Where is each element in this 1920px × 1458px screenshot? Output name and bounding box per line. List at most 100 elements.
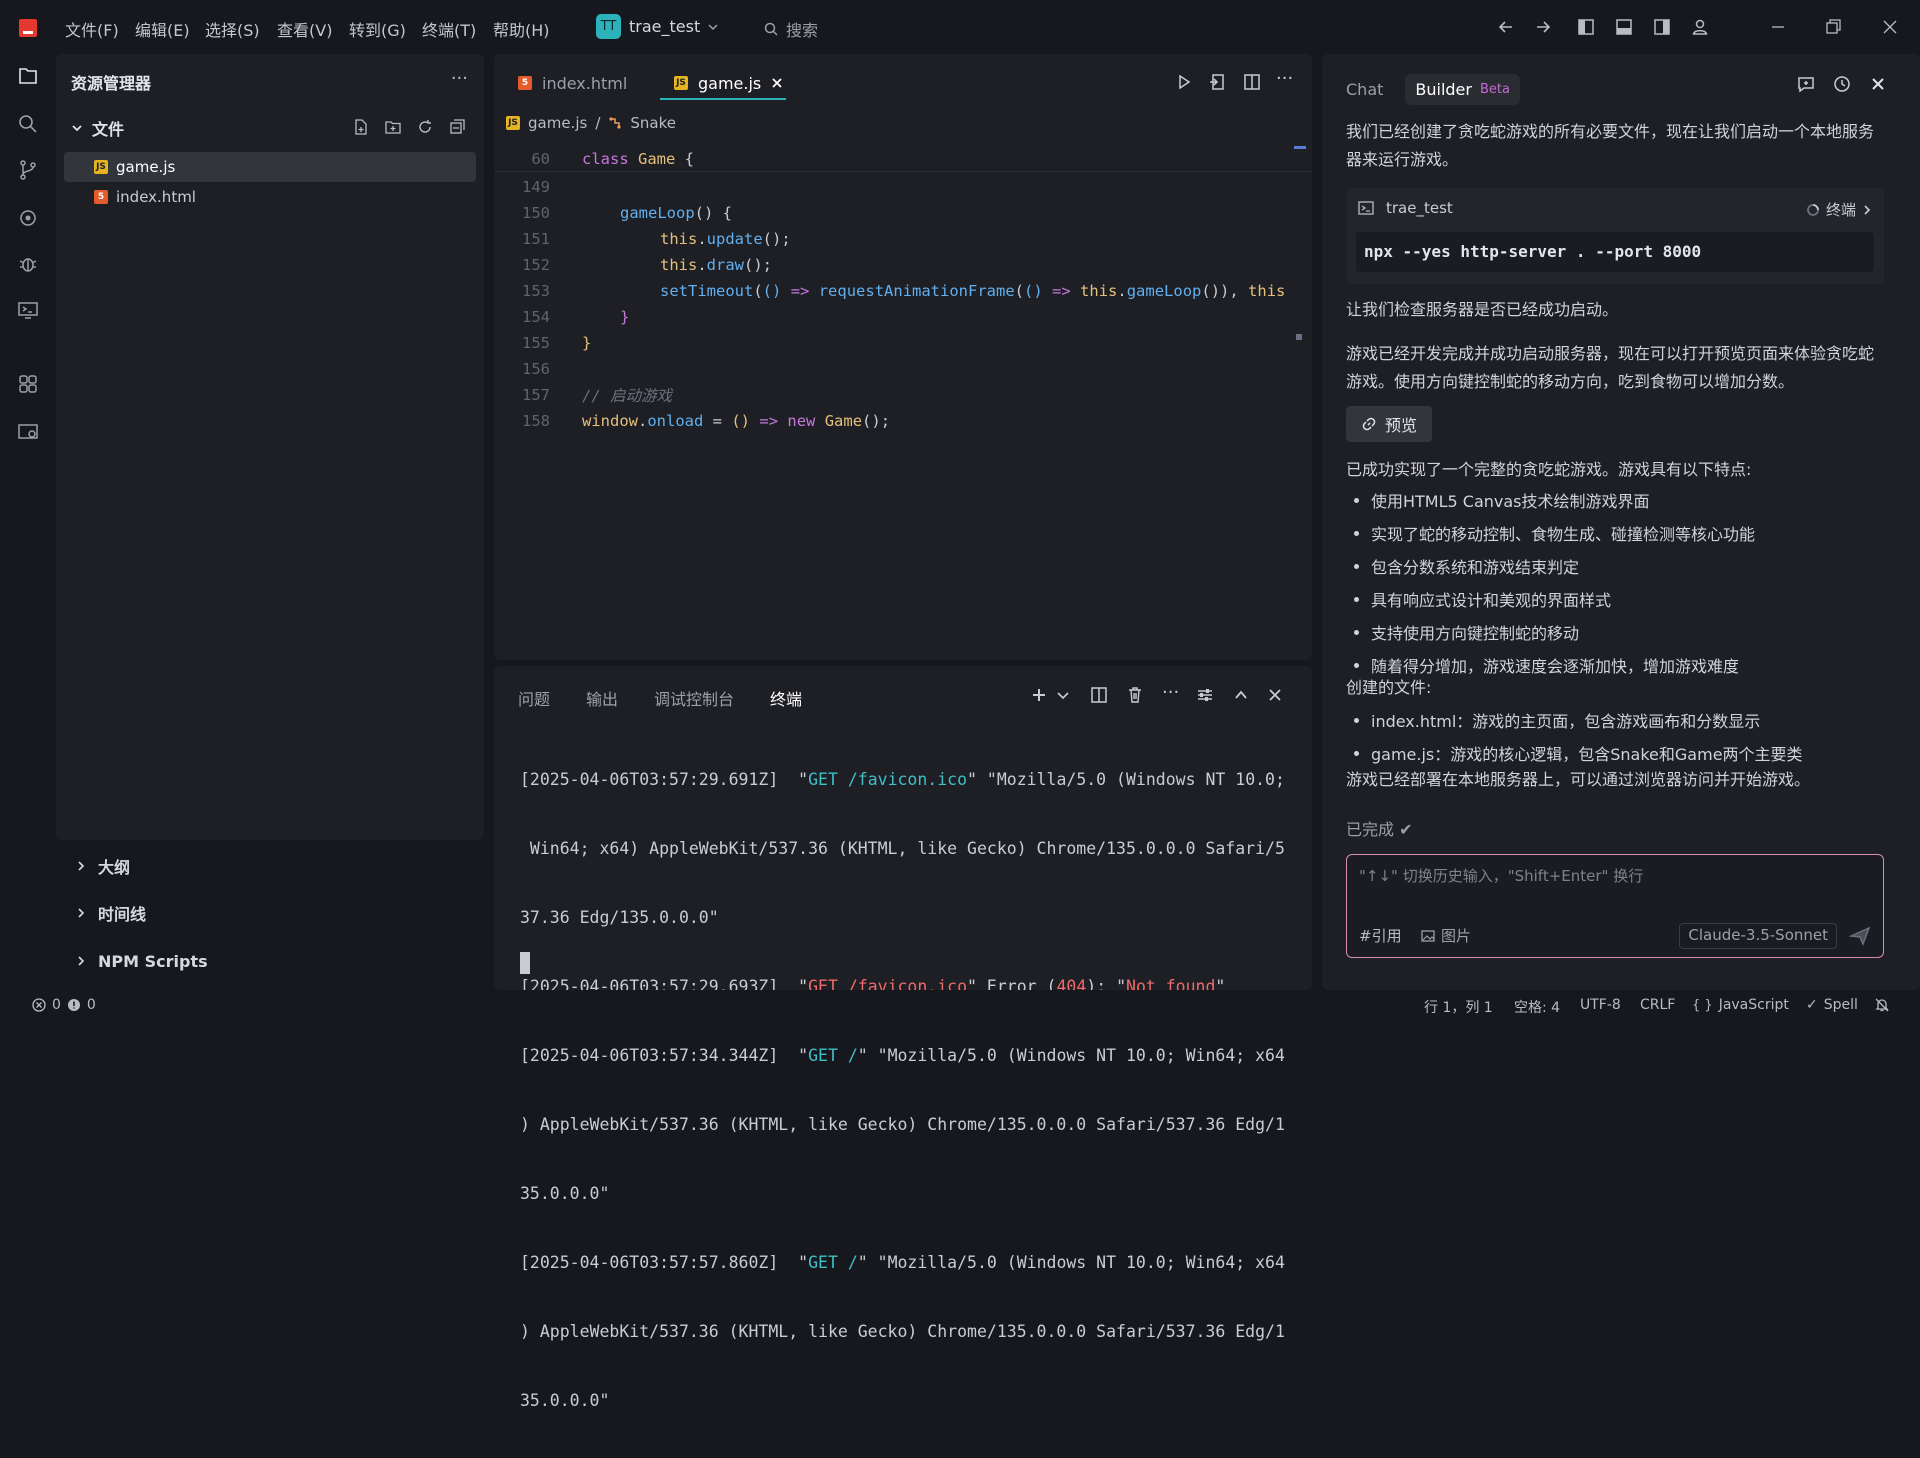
editor-more-button[interactable]: ··· [1276, 68, 1293, 89]
terminal-output[interactable]: [2025-04-06T03:57:29.691Z] "GET /favicon… [520, 722, 1300, 1458]
cursor-position[interactable]: 行 1，列 1 [1424, 997, 1493, 1017]
encoding[interactable]: UTF-8 [1580, 997, 1621, 1013]
open-preview-icon[interactable] [1208, 72, 1228, 92]
panel-tab-output[interactable]: 输出 [586, 686, 618, 710]
source-control-icon[interactable] [16, 158, 40, 182]
close-tab-icon[interactable] [771, 77, 783, 89]
line-number: 60 [531, 149, 550, 168]
collapse-all-icon[interactable] [448, 118, 466, 136]
preview-button[interactable]: 预览 [1346, 406, 1432, 442]
forward-arrow-icon[interactable] [1533, 17, 1553, 37]
section-outline[interactable]: 大纲 [56, 844, 484, 888]
toggle-secondary-sidebar-icon[interactable] [1652, 17, 1672, 37]
image-button[interactable]: 图片 [1421, 925, 1471, 946]
new-file-icon[interactable] [352, 118, 370, 136]
file-item-index-html[interactable]: 5 index.html [64, 182, 476, 212]
menu-help[interactable]: 帮助(H) [493, 17, 550, 41]
debug-bug-icon[interactable] [16, 252, 40, 276]
new-folder-icon[interactable] [384, 118, 402, 136]
panel-tab-problems[interactable]: 问题 [518, 686, 550, 710]
menu-terminal[interactable]: 终端(T) [422, 17, 476, 41]
spell-check[interactable]: ✓ Spell [1806, 997, 1858, 1013]
code-line-content: gameLoop() { [620, 204, 732, 222]
terminal-settings-icon[interactable] [1196, 686, 1214, 704]
menu-select[interactable]: 选择(S) [205, 17, 260, 41]
code-line[interactable]: 153 setTimeout(() => requestAnimationFra… [494, 278, 1312, 304]
message-check: 让我们检查服务器是否已经成功启动。 [1346, 300, 1619, 319]
message-summary: 已成功实现了一个完整的贪吃蛇游戏。游戏具有以下特点: [1346, 460, 1752, 479]
file-item-game-js[interactable]: JS game.js [64, 152, 476, 182]
tab-builder[interactable]: Builder Beta [1405, 74, 1520, 105]
scrollbar-marker [1294, 146, 1306, 149]
close-panel-icon[interactable] [1266, 686, 1284, 704]
panel-more-button[interactable]: ··· [1162, 682, 1179, 703]
problems-indicator[interactable]: 0 0 [32, 997, 96, 1013]
remote-explorer-icon[interactable] [16, 420, 40, 444]
panel-tab-terminal[interactable]: 终端 [770, 686, 802, 710]
menu-file[interactable]: 文件(F) [65, 17, 119, 41]
code-line[interactable]: 157 // 启动游戏 [494, 382, 1312, 408]
line-ending[interactable]: CRLF [1640, 997, 1675, 1013]
folder-header[interactable]: 文件 [72, 116, 124, 140]
history-icon[interactable] [1832, 74, 1852, 94]
menu-goto[interactable]: 转到(G) [349, 17, 406, 41]
search-button[interactable]: 搜索 [764, 17, 818, 41]
code-line[interactable]: 156 [494, 356, 1312, 382]
panel-tab-debug-console[interactable]: 调试控制台 [654, 686, 734, 710]
open-terminal-button[interactable]: 终端 [1806, 199, 1872, 220]
back-arrow-icon[interactable] [1496, 17, 1516, 37]
remote-terminal-icon[interactable] [16, 298, 40, 322]
menu-view[interactable]: 查看(V) [277, 17, 332, 41]
model-selector[interactable]: Claude-3.5-Sonnet [1679, 923, 1837, 949]
extensions-icon[interactable] [16, 372, 40, 396]
section-timeline[interactable]: 时间线 [56, 891, 484, 935]
section-npm-scripts[interactable]: NPM Scripts [56, 939, 484, 983]
notifications-off-icon[interactable] [1874, 997, 1890, 1013]
minimize-icon[interactable] [1768, 17, 1788, 37]
code-line[interactable]: 158 window.onload = () => new Game(); [494, 408, 1312, 434]
code-line[interactable]: 149 [494, 174, 1312, 200]
sticky-scroll-line[interactable]: 60 class Game { [494, 146, 1312, 172]
maximize-panel-icon[interactable] [1232, 686, 1250, 704]
refresh-icon[interactable] [416, 118, 434, 136]
send-icon[interactable] [1849, 925, 1871, 947]
reference-button[interactable]: #引用 [1359, 925, 1402, 946]
code-line[interactable]: 151 this.update(); [494, 226, 1312, 252]
language-mode[interactable]: { } JavaScript [1692, 997, 1789, 1013]
code-line[interactable]: 150 gameLoop() { [494, 200, 1312, 226]
breadcrumb-symbol[interactable]: Snake [630, 114, 676, 132]
new-chat-icon[interactable] [1796, 74, 1816, 94]
code-line[interactable]: 152 this.draw(); [494, 252, 1312, 278]
split-terminal-icon[interactable] [1090, 686, 1108, 704]
code-line[interactable]: 155 } [494, 330, 1312, 356]
tab-game-js[interactable]: JS game.js [660, 68, 797, 98]
indentation[interactable]: 空格: 4 [1514, 997, 1560, 1017]
chevron-right-icon [78, 861, 85, 871]
feature-list-item: 包含分数系统和游戏结束判定 [1346, 554, 1886, 578]
search-activity-icon[interactable] [16, 112, 40, 136]
account-icon[interactable] [1690, 17, 1710, 37]
breadcrumb-file[interactable]: game.js [528, 114, 587, 132]
restore-icon[interactable] [1823, 17, 1843, 37]
toggle-panel-icon[interactable] [1614, 17, 1634, 37]
project-switcher[interactable]: TT trae_test [596, 14, 718, 39]
add-terminal-icon[interactable] [1030, 686, 1048, 704]
section-label: 时间线 [98, 905, 147, 924]
run-debug-icon[interactable] [16, 206, 40, 230]
trash-icon[interactable] [1126, 686, 1144, 704]
close-window-icon[interactable] [1880, 17, 1900, 37]
run-icon[interactable] [1174, 72, 1194, 92]
tab-index-html[interactable]: 5 index.html [504, 68, 641, 98]
explorer-icon[interactable] [16, 64, 40, 88]
tab-chat[interactable]: Chat [1346, 80, 1383, 99]
toggle-sidebar-icon[interactable] [1576, 17, 1596, 37]
close-icon[interactable] [1868, 74, 1888, 94]
terminal-line: [2025-04-06T03:57:29.691Z] "GET /favicon… [520, 770, 1285, 789]
split-editor-icon[interactable] [1242, 72, 1262, 92]
chevron-down-icon[interactable] [1054, 686, 1072, 704]
chevron-right-icon [78, 908, 85, 918]
chat-input-box[interactable]: "↑↓" 切换历史输入，"Shift+Enter" 换行 #引用 图片 Clau… [1346, 854, 1884, 958]
code-line[interactable]: 154 } [494, 304, 1312, 330]
menu-edit[interactable]: 编辑(E) [135, 17, 190, 41]
more-actions-button[interactable]: ··· [451, 68, 468, 89]
